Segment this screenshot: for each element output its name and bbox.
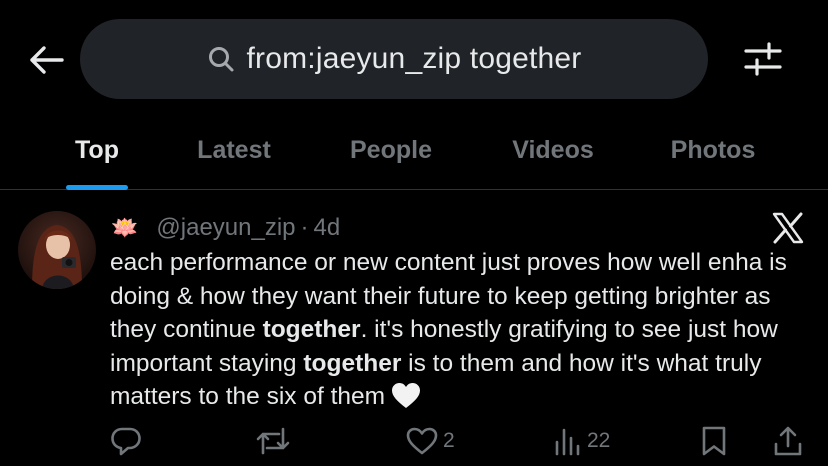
like-button[interactable]: 2 xyxy=(405,423,455,459)
tab-label: Top xyxy=(75,135,119,164)
tab-label: People xyxy=(350,135,432,164)
views-button[interactable]: 22 xyxy=(553,423,610,459)
tab-label: Videos xyxy=(512,135,594,164)
tab-label: Latest xyxy=(197,135,271,164)
author-handle[interactable]: @jaeyun_zip xyxy=(156,214,295,242)
like-count: 2 xyxy=(443,429,455,452)
white-heart-emoji xyxy=(391,382,421,419)
bookmark-icon xyxy=(702,426,726,456)
highlighted-term: together xyxy=(303,349,402,377)
post-time[interactable]: 4d xyxy=(314,214,341,242)
search-icon xyxy=(207,44,237,74)
lotus-emoji: 🪷 xyxy=(111,215,139,240)
tab-label: Photos xyxy=(670,135,756,164)
separator-dot: · xyxy=(300,214,309,241)
x-logo-icon xyxy=(771,211,805,245)
top-bar: from:jaeyun_zip together xyxy=(0,0,828,110)
tab-latest[interactable]: Latest xyxy=(194,110,274,190)
share-button[interactable] xyxy=(773,423,803,459)
tab-top[interactable]: Top xyxy=(0,110,194,190)
tab-photos[interactable]: Photos xyxy=(598,110,828,190)
search-query-text: from:jaeyun_zip together xyxy=(246,42,582,75)
view-count: 22 xyxy=(587,429,611,452)
post-header: 🪷 @jaeyun_zip · 4d xyxy=(111,211,340,245)
back-button[interactable] xyxy=(26,40,68,80)
avatar[interactable] xyxy=(18,211,96,289)
search-tabs: Top Latest People Videos Photos xyxy=(0,110,828,190)
share-icon xyxy=(774,426,802,456)
search-input[interactable]: from:jaeyun_zip together xyxy=(80,19,708,99)
active-tab-indicator xyxy=(66,185,128,190)
reply-icon xyxy=(111,427,141,456)
tab-videos[interactable]: Videos xyxy=(508,110,598,190)
heart-icon xyxy=(406,427,438,455)
repost-button[interactable] xyxy=(255,423,295,459)
post[interactable]: 🪷 @jaeyun_zip · 4d each performance or n… xyxy=(0,191,828,466)
filter-sliders-icon xyxy=(744,42,782,76)
reply-button[interactable] xyxy=(110,423,146,459)
tab-people[interactable]: People xyxy=(274,110,508,190)
repost-icon xyxy=(256,427,290,455)
analytics-icon xyxy=(555,428,580,456)
post-body: each performance or new content just pro… xyxy=(110,246,810,419)
highlighted-term: together xyxy=(262,316,361,343)
bookmark-button[interactable] xyxy=(700,423,728,459)
post-actions: 2 22 xyxy=(0,423,828,463)
search-filter-button[interactable] xyxy=(740,38,786,80)
back-arrow-icon xyxy=(30,46,64,74)
